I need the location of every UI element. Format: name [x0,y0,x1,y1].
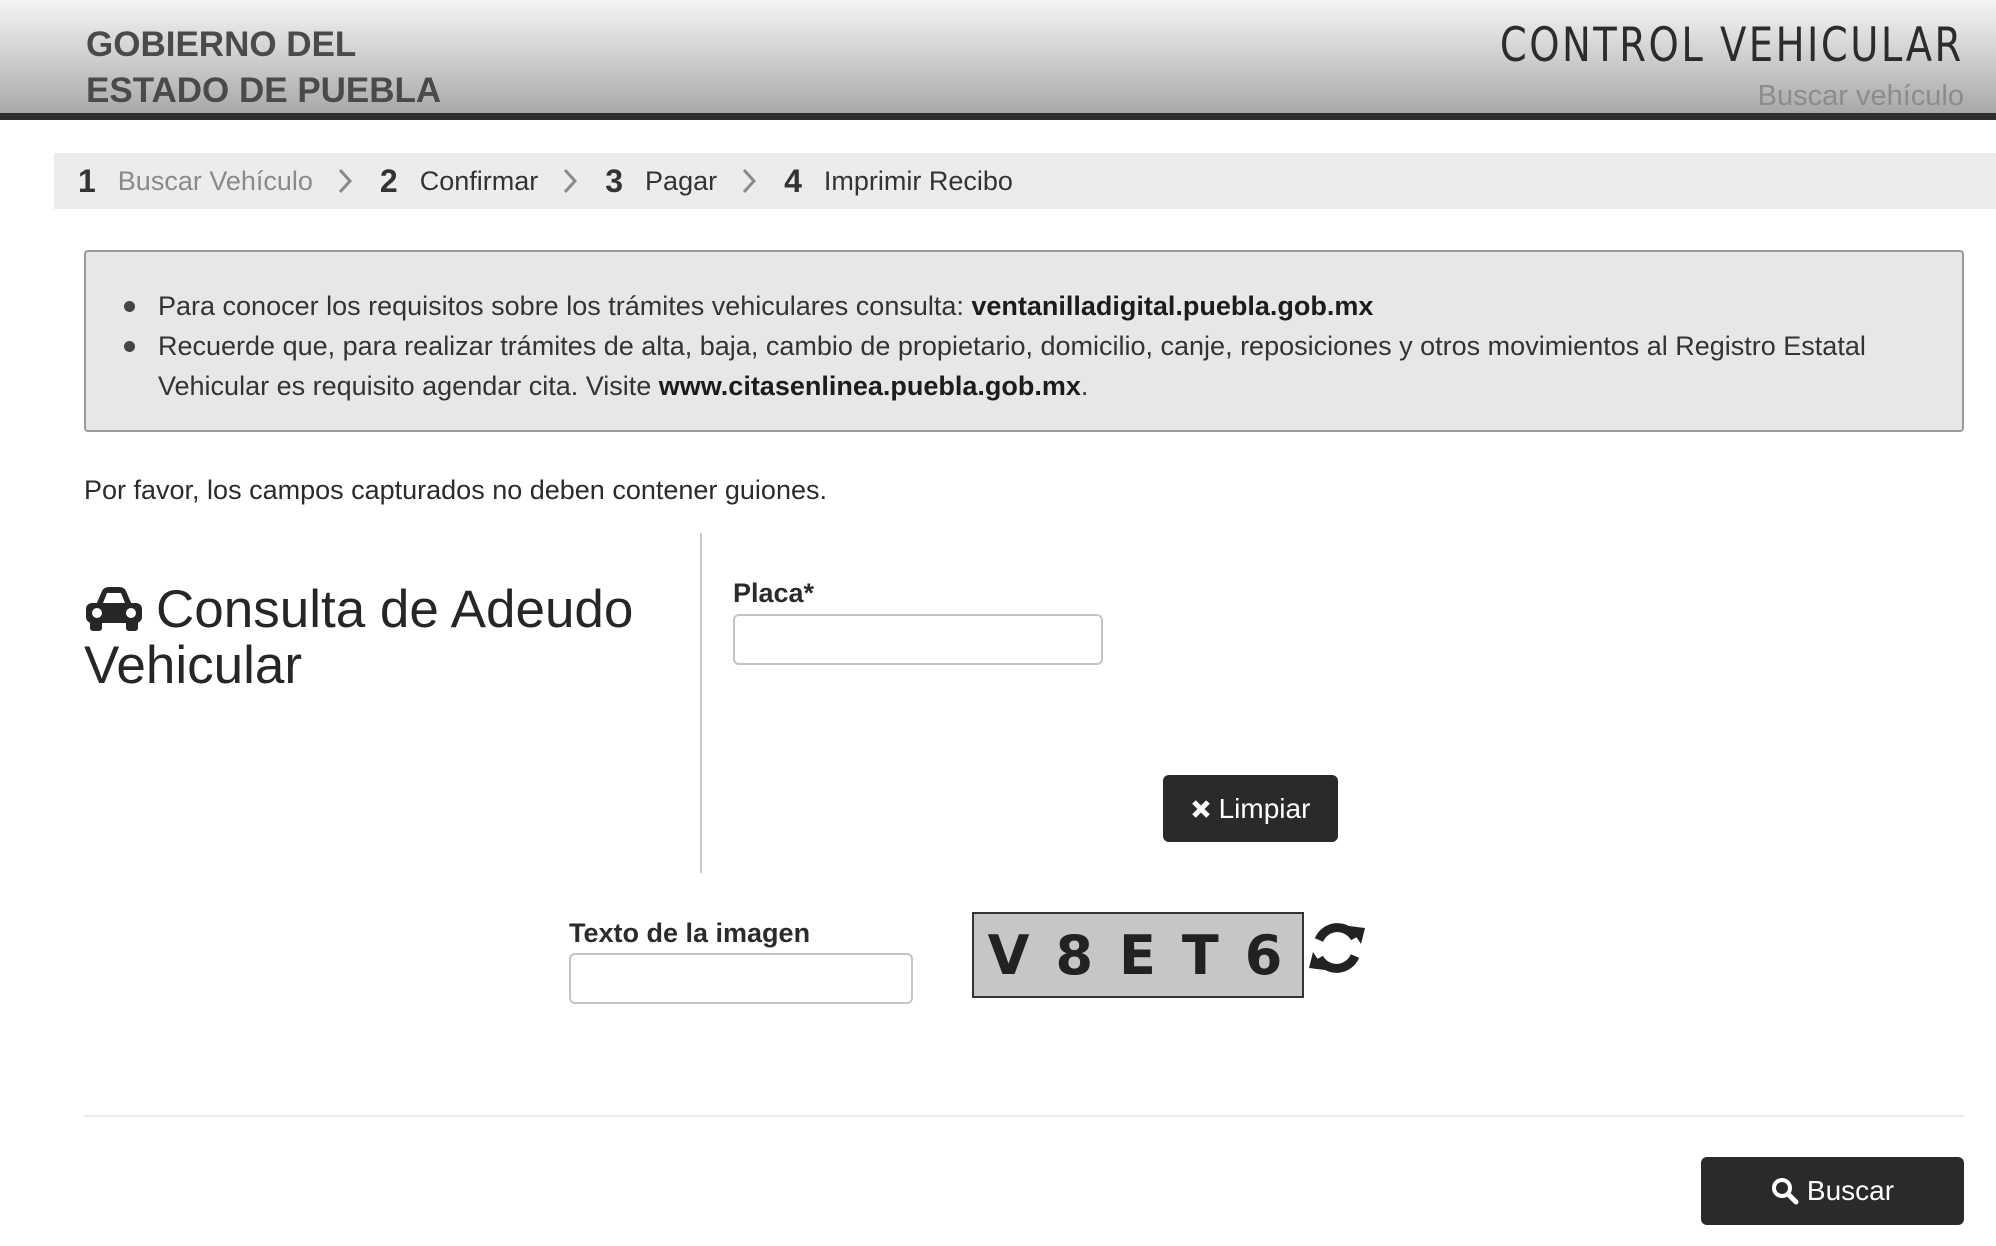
form-title: Consulta de Adeudo Vehicular [84,582,684,694]
chevron-right-icon [564,168,578,194]
chevron-right-icon [338,168,352,194]
app-subtitle: Buscar vehículo [1757,80,1964,112]
vertical-divider [700,533,702,873]
ventanilla-link[interactable]: ventanilladigital.puebla.gob.mx [971,291,1373,321]
buscar-button[interactable]: Buscar [1701,1157,1964,1225]
horizontal-divider [84,1115,1964,1117]
refresh-icon[interactable] [1305,916,1369,980]
step-confirmar: 2 Confirmar [380,163,580,200]
step-label: Imprimir Recibo [823,165,1013,196]
chevron-right-icon [742,168,757,194]
step-label: Pagar [645,165,718,196]
government-logo-text: GOBIERNO DEL ESTADO DE PUEBLA [86,22,441,114]
placa-label: Placa* [733,578,815,608]
step-label: Buscar Vehículo [117,165,313,196]
app-title: CONTROL VEHICULAR [1500,18,1964,73]
car-icon [86,587,142,631]
info-list: Para conocer los requisitos sobre los tr… [124,286,1944,406]
captcha-label: Texto de la imagen [569,918,811,948]
info-alert: Para conocer los requisitos sobre los tr… [84,250,1964,432]
citas-link[interactable]: www.citasenlinea.puebla.gob.mx [659,371,1081,401]
gov-line-1: GOBIERNO DEL [86,25,357,64]
captcha-image: V8ET6 [972,912,1304,998]
form-note: Por favor, los campos capturados no debe… [84,475,827,505]
step-label: Confirmar [419,165,539,196]
info-text-end: . [1080,371,1089,401]
limpiar-label: Limpiar [1218,792,1311,824]
times-icon [1191,799,1210,818]
step-imprimir-recibo: 4 Imprimir Recibo [784,163,1013,200]
step-number: 4 [784,162,802,199]
step-number: 3 [605,162,624,199]
buscar-label: Buscar [1806,1175,1895,1206]
step-number: 2 [379,162,398,199]
step-buscar-vehiculo: 1 Buscar Vehículo [78,163,355,200]
step-pagar: 3 Pagar [605,163,759,200]
bullet [124,341,135,352]
limpiar-button[interactable]: Limpiar [1163,775,1338,842]
gov-line-2: ESTADO DE PUEBLA [86,71,442,110]
site-header: GOBIERNO DEL ESTADO DE PUEBLA CONTROL VE… [0,0,1996,120]
wizard-steps: 1 Buscar Vehículo 2 Confirmar 3 Pagar 4 … [54,153,1996,209]
placa-input[interactable] [733,614,1103,665]
form-title-text: Consulta de Adeudo Vehicular [84,580,634,695]
search-icon [1771,1178,1799,1205]
info-text: Para conocer los requisitos sobre los tr… [158,291,972,321]
bullet [124,301,135,312]
info-item-requisitos: Para conocer los requisitos sobre los tr… [124,286,1944,326]
step-number: 1 [78,162,96,199]
captcha-text: V8ET6 [987,923,1309,987]
captcha-input[interactable] [569,953,913,1004]
info-item-cita: Recuerde que, para realizar trámites de … [124,326,1944,406]
